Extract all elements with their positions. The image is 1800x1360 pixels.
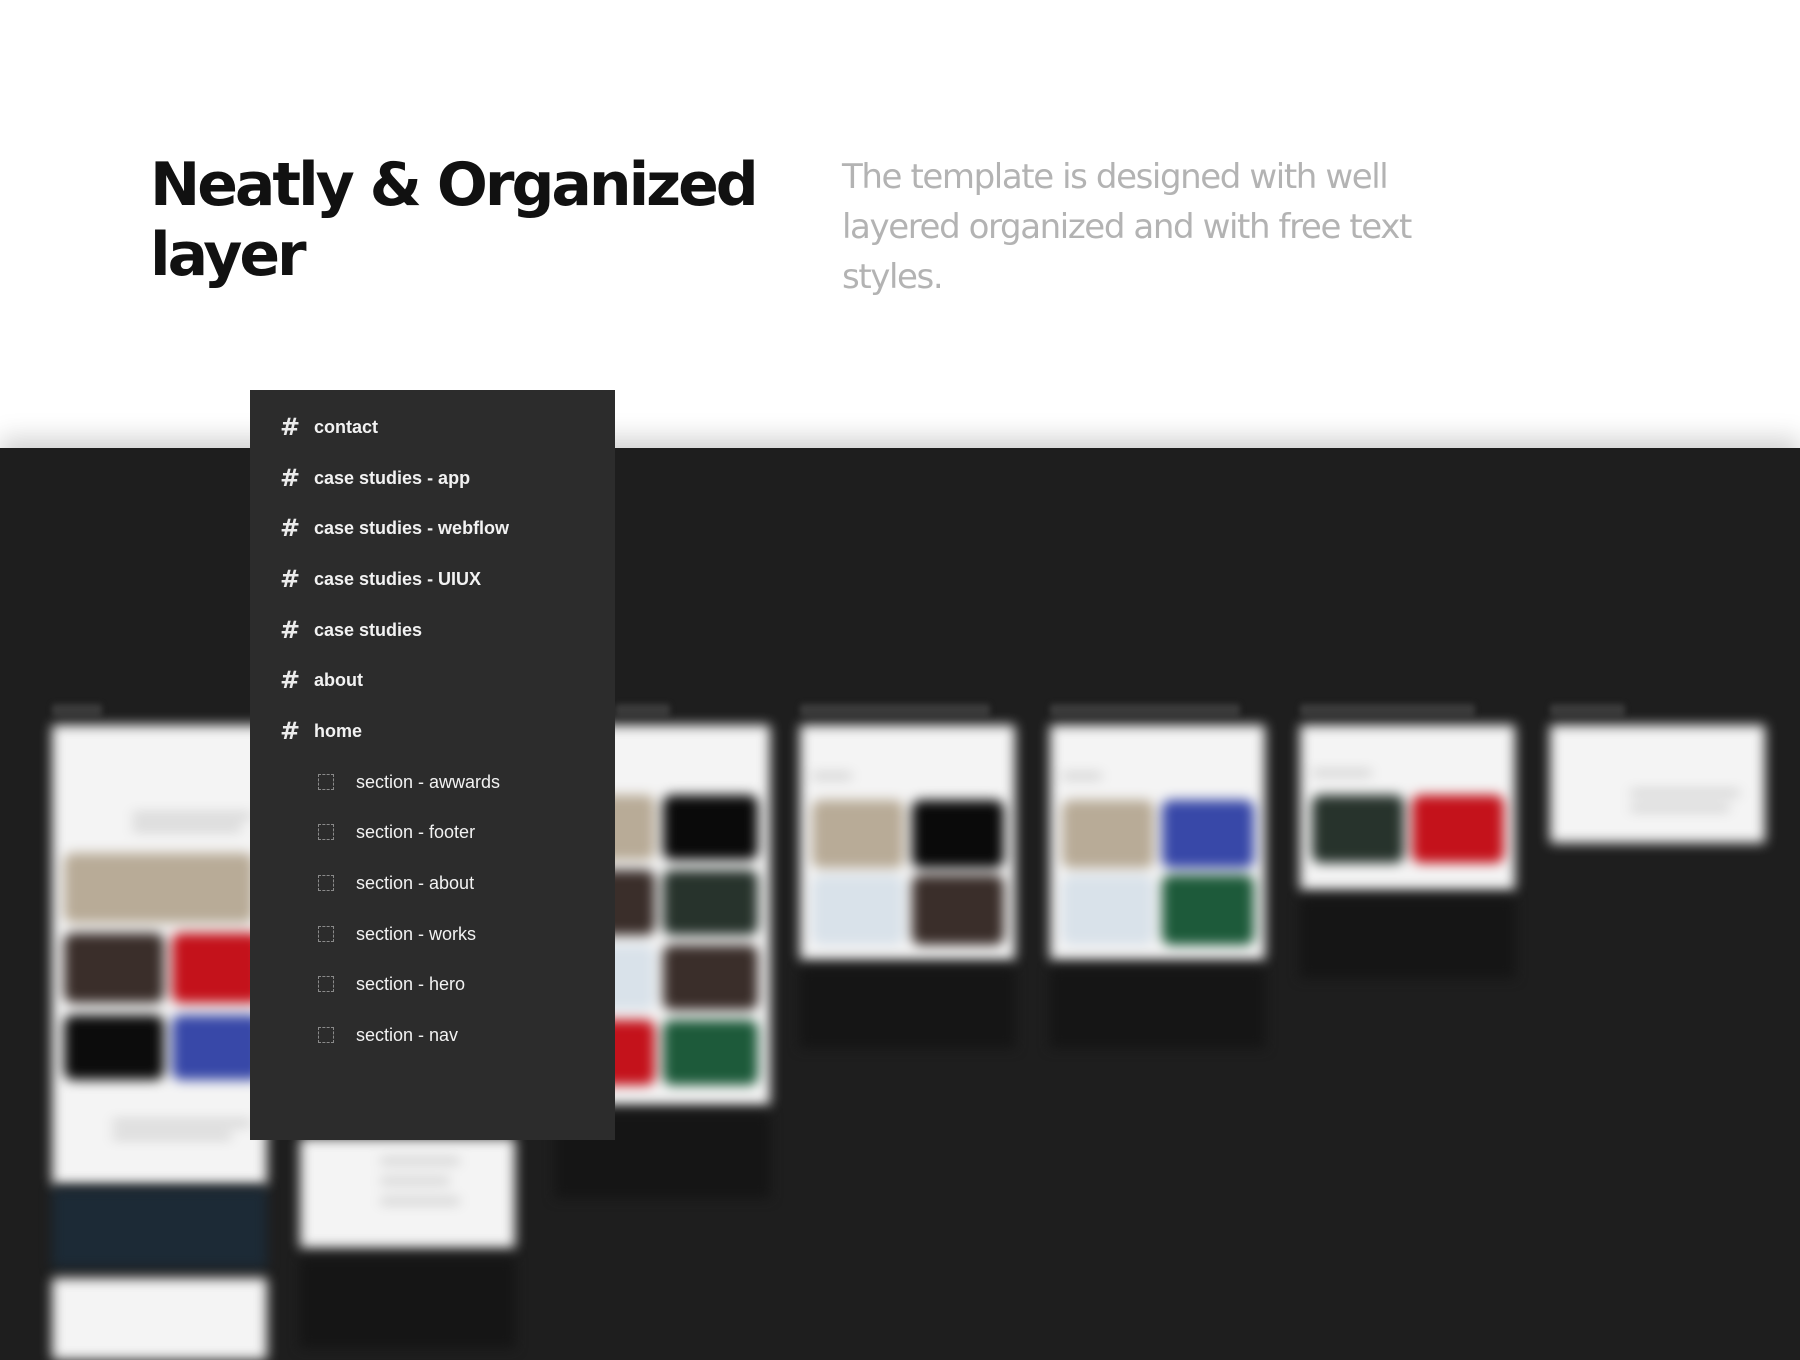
layer-frame-home[interactable]: # home — [250, 711, 615, 751]
layer-section-about[interactable]: section - about — [250, 863, 615, 903]
layer-frame-case-studies[interactable]: # case studies — [250, 610, 615, 650]
frame-thumbnail-contact[interactable] — [1550, 725, 1765, 843]
hash-icon: # — [279, 413, 301, 441]
layer-label: case studies - app — [314, 467, 471, 488]
frame-footer-block — [1300, 898, 1515, 978]
layer-frame-case-studies-webflow[interactable]: # case studies - webflow — [250, 508, 615, 548]
layer-label: section - works — [356, 923, 477, 944]
layer-frame-case-studies-app[interactable]: # case studies - app — [250, 458, 615, 498]
layer-frame-case-studies-uiux[interactable]: # case studies - UIUX — [250, 559, 615, 599]
layer-section-awwards[interactable]: section - awwards — [250, 762, 615, 802]
frame-thumbnail-home[interactable] — [52, 725, 267, 1185]
frame-footer-block — [52, 1188, 267, 1268]
layer-label: section - hero — [356, 973, 466, 994]
frame-label — [1550, 704, 1625, 716]
layer-label: case studies - webflow — [314, 517, 510, 538]
title-line-2: layer — [150, 220, 307, 290]
frame-thumbnail-case-studies-app[interactable] — [1300, 725, 1515, 890]
page-title: Neatly & Organized layer — [150, 150, 770, 290]
page-description: The template is designed with well layer… — [842, 157, 1412, 297]
section-icon — [318, 774, 334, 790]
frame-label — [1300, 704, 1475, 716]
frame-footer-block — [1050, 968, 1265, 1048]
frame-thumbnail-case-studies-uiux[interactable] — [800, 725, 1015, 960]
section-icon — [318, 976, 334, 992]
frame-footer-block — [300, 1258, 515, 1348]
hash-icon: # — [279, 464, 301, 492]
frame-footer-block — [800, 968, 1015, 1048]
hash-icon: # — [279, 717, 301, 745]
layer-frame-about[interactable]: # about — [250, 660, 615, 700]
frame-label — [52, 704, 102, 716]
layer-label: about — [314, 669, 363, 690]
frame-label — [800, 704, 990, 716]
section-icon — [318, 926, 334, 942]
hash-icon: # — [279, 514, 301, 542]
layers-panel: # contact # case studies - app # case st… — [250, 390, 615, 1140]
hash-icon: # — [279, 616, 301, 644]
layer-frame-contact[interactable]: # contact — [250, 407, 615, 447]
frame-label — [1050, 704, 1240, 716]
layer-label: section - awwards — [356, 771, 501, 792]
section-icon — [318, 1027, 334, 1043]
title-line-1: Neatly & Organized — [150, 150, 759, 220]
section-icon — [318, 875, 334, 891]
layer-label: section - nav — [356, 1024, 459, 1045]
layer-label: home — [314, 720, 363, 741]
frame-thumbnail-case-studies-webflow[interactable] — [1050, 725, 1265, 960]
layer-label: section - about — [356, 872, 475, 893]
layer-label: contact — [314, 416, 379, 437]
layer-section-hero[interactable]: section - hero — [250, 964, 615, 1004]
frame-label — [615, 704, 670, 716]
layer-section-works[interactable]: section - works — [250, 914, 615, 954]
hash-icon: # — [279, 565, 301, 593]
frame-thumbnail-about[interactable] — [300, 1138, 515, 1248]
section-icon — [318, 824, 334, 840]
hash-icon: # — [279, 666, 301, 694]
layer-label: section - footer — [356, 821, 476, 842]
layer-section-footer[interactable]: section - footer — [250, 812, 615, 852]
layer-section-nav[interactable]: section - nav — [250, 1015, 615, 1055]
layer-label: case studies — [314, 619, 423, 640]
frame-thumbnail-home-footer — [52, 1278, 267, 1360]
layer-label: case studies - UIUX — [314, 568, 482, 589]
